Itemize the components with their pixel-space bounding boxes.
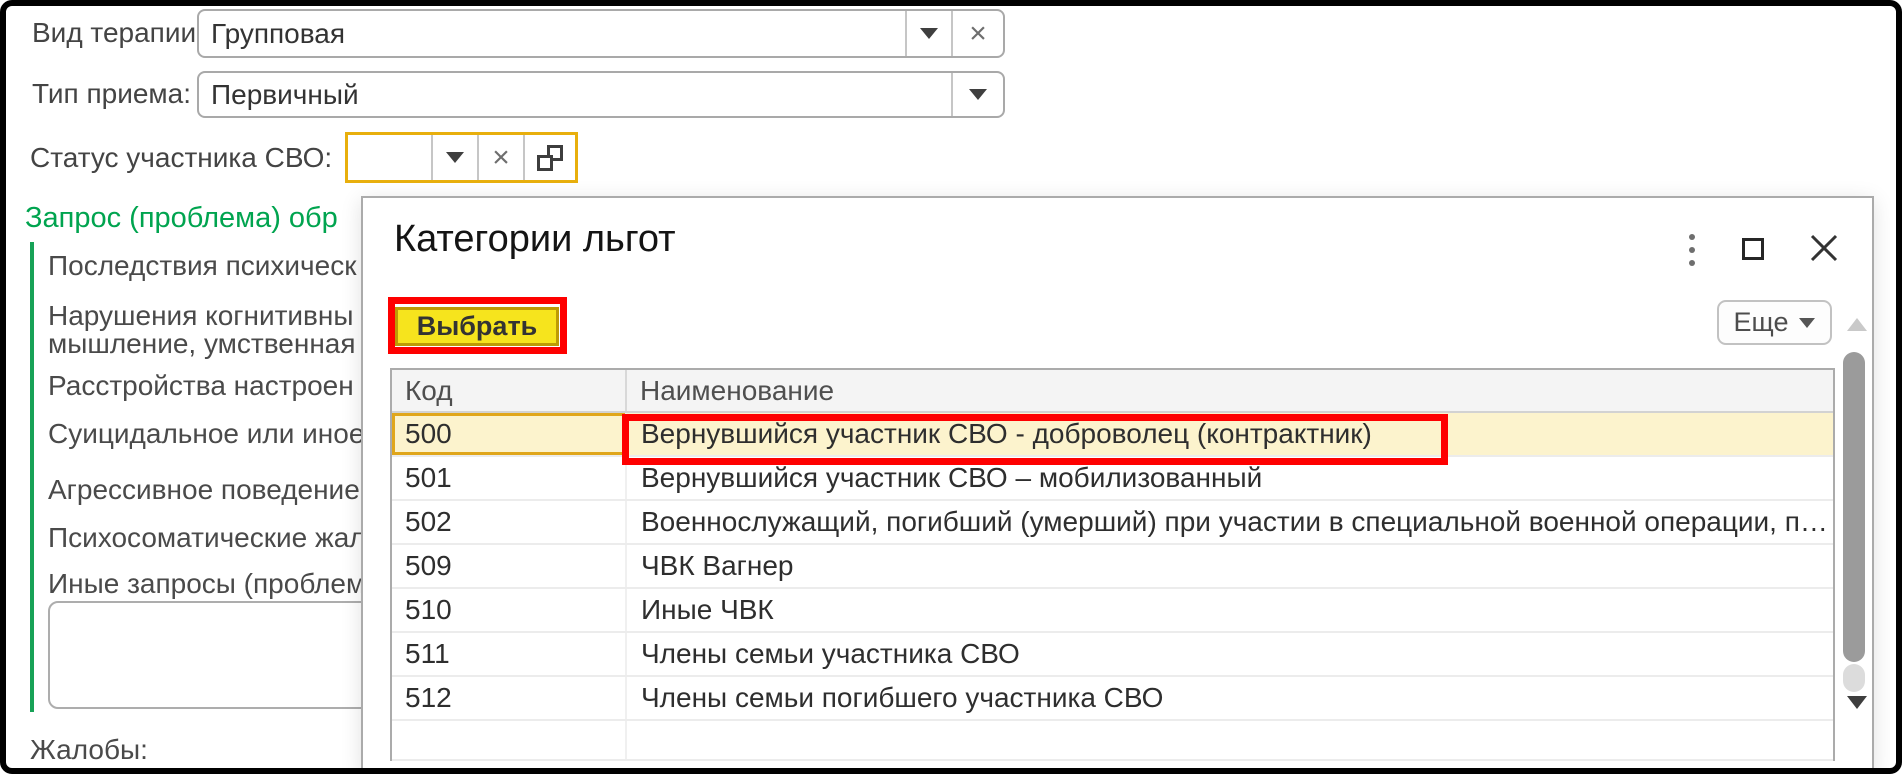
therapy-type-clear-button[interactable]: ×	[951, 11, 1003, 56]
maximize-icon[interactable]	[1742, 238, 1764, 260]
therapy-type-value[interactable]: Групповая	[199, 11, 905, 56]
svo-status-label: Статус участника СВО:	[30, 140, 332, 176]
clear-icon: ×	[969, 19, 987, 49]
checklist-item: Расстройства настроен	[48, 370, 354, 402]
therapy-type-label: Вид терапии:	[32, 15, 204, 51]
visit-type-value[interactable]: Первичный	[199, 73, 951, 116]
cell-name[interactable]: Вернувшийся участник СВО – мобилизованны…	[627, 457, 1833, 499]
checklist-item: Психосоматические жал	[48, 522, 361, 554]
select-button[interactable]: Выбрать	[395, 307, 559, 346]
chevron-down-icon	[1799, 318, 1815, 328]
section-group-line	[30, 242, 34, 712]
scroll-down-icon[interactable]	[1847, 696, 1867, 709]
cell-code[interactable]: 512	[392, 677, 627, 719]
clear-icon: ×	[492, 143, 510, 173]
svo-status-field[interactable]: ×	[345, 132, 578, 183]
checklist-item: Суицидальное или иное	[48, 418, 361, 450]
cell-name[interactable]: Члены семьи участника СВО	[627, 633, 1833, 675]
checklist-item: Иные запросы (проблем	[48, 568, 361, 600]
visit-type-field[interactable]: Первичный	[197, 71, 1005, 118]
cell-code[interactable]: 500	[392, 413, 627, 455]
visit-type-label: Тип приема:	[32, 76, 191, 112]
chevron-down-icon	[969, 89, 987, 100]
more-button-label: Еще	[1734, 307, 1789, 338]
table-row[interactable]: 502 Военнослужащий, погибший (умерший) п…	[392, 501, 1833, 545]
benefit-categories-table: Код Наименование 500 Вернувшийся участни…	[390, 368, 1835, 761]
cell-code[interactable]: 501	[392, 457, 627, 499]
cell-code[interactable]: 510	[392, 589, 627, 631]
request-problem-section-heading[interactable]: Запрос (проблема) обр	[25, 202, 362, 242]
column-header-code[interactable]: Код	[392, 370, 627, 411]
cell-name[interactable]: Иные ЧВК	[627, 589, 1833, 631]
cell-name[interactable]: Военнослужащий, погибший (умерший) при у…	[627, 501, 1833, 543]
choose-from-list-icon	[537, 145, 563, 171]
complaints-label: Жалобы:	[30, 734, 148, 766]
table-row[interactable]: 509 ЧВК Вагнер	[392, 545, 1833, 589]
chevron-down-icon	[920, 28, 938, 39]
table-row[interactable]: 510 Иные ЧВК	[392, 589, 1833, 633]
cell-name[interactable]: Члены семьи погибшего участника СВО	[627, 677, 1833, 719]
column-header-name[interactable]: Наименование	[627, 370, 1833, 411]
close-icon[interactable]	[1807, 231, 1841, 265]
svo-status-value[interactable]	[348, 135, 431, 180]
dialog-title: Категории льгот	[394, 218, 676, 261]
therapy-type-field[interactable]: Групповая ×	[197, 9, 1005, 58]
cell-code[interactable]: 511	[392, 633, 627, 675]
more-button[interactable]: Еще	[1717, 300, 1832, 345]
scrollbar-track-remainder	[1843, 664, 1865, 692]
checklist-item: Агрессивное поведение	[48, 474, 360, 506]
other-requests-textarea[interactable]	[48, 601, 380, 709]
cell-code[interactable]: 509	[392, 545, 627, 587]
table-row[interactable]: 501 Вернувшийся участник СВО – мобилизов…	[392, 457, 1833, 501]
cell-name[interactable]: Вернувшийся участник СВО - доброволец (к…	[627, 413, 1833, 455]
table-row[interactable]: 511 Члены семьи участника СВО	[392, 633, 1833, 677]
table-header-row: Код Наименование	[392, 370, 1833, 413]
svo-status-dropdown-button[interactable]	[431, 135, 477, 180]
table-row-empty	[392, 721, 1833, 761]
visit-type-dropdown-button[interactable]	[951, 73, 1003, 116]
table-row[interactable]: 500 Вернувшийся участник СВО - доброволе…	[392, 413, 1833, 457]
table-row[interactable]: 512 Члены семьи погибшего участника СВО	[392, 677, 1833, 721]
svo-status-clear-button[interactable]: ×	[477, 135, 523, 180]
svo-status-open-list-button[interactable]	[523, 135, 575, 180]
cell-code[interactable]: 502	[392, 501, 627, 543]
chevron-down-icon	[446, 152, 464, 163]
scroll-up-icon[interactable]	[1847, 318, 1867, 331]
checklist-item: мышление, умственная	[48, 328, 356, 360]
scrollbar-thumb[interactable]	[1843, 352, 1865, 662]
benefit-categories-dialog: Категории льгот Выбрать Еще Код Наименов…	[361, 196, 1874, 774]
therapy-type-dropdown-button[interactable]	[905, 11, 951, 56]
app-window: Вид терапии: Групповая × Тип приема: Пер…	[0, 0, 1902, 774]
checklist-item: Последствия психическ	[48, 250, 356, 282]
kebab-menu-icon[interactable]	[1679, 230, 1705, 270]
cell-name[interactable]: ЧВК Вагнер	[627, 545, 1833, 587]
